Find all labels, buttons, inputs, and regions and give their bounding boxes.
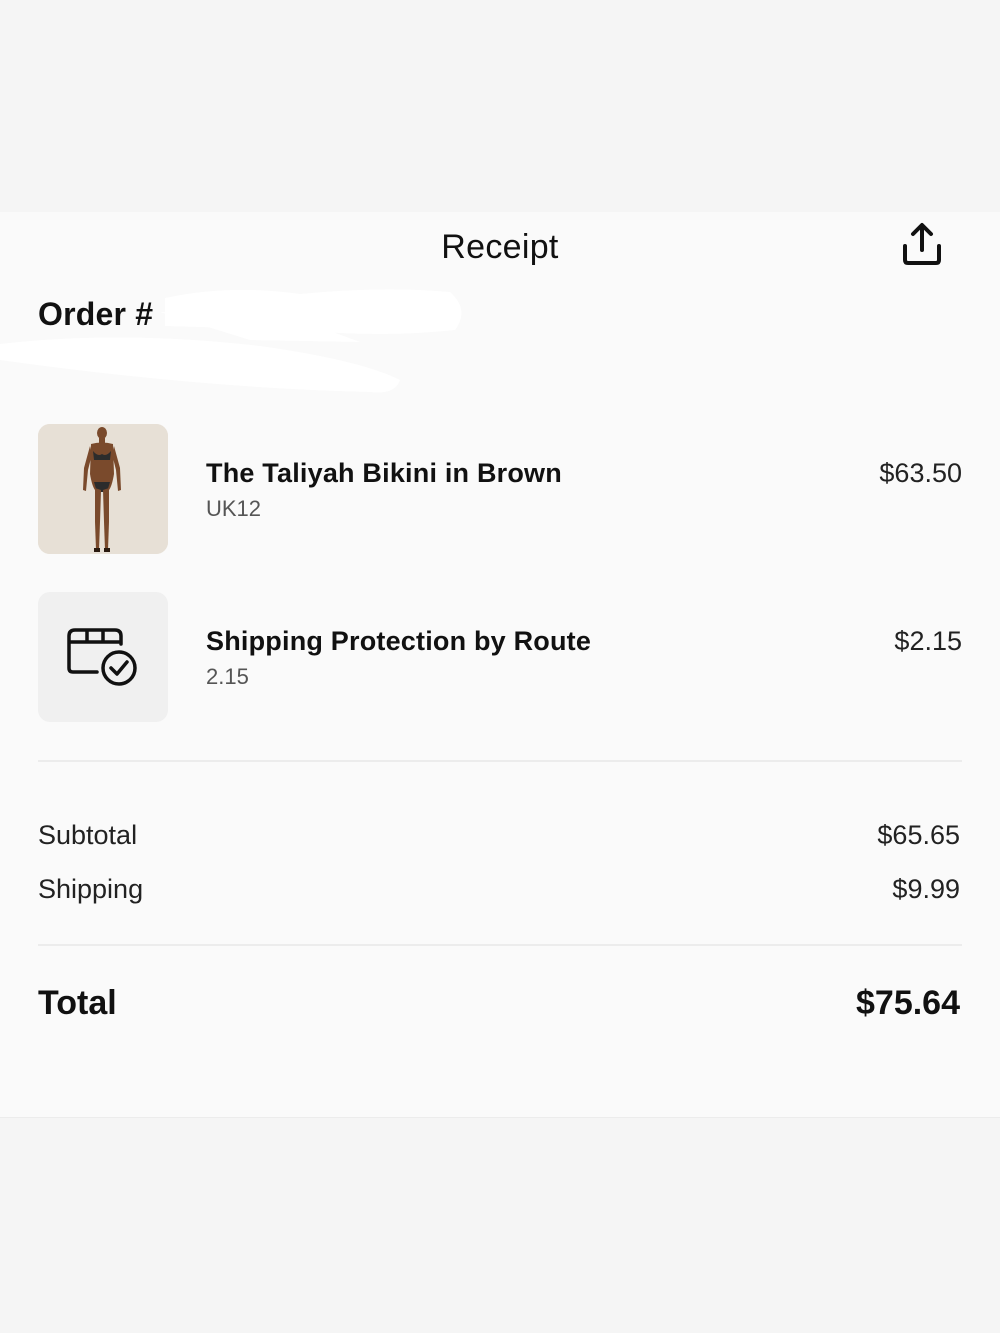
product-image <box>38 424 168 554</box>
item-name: Shipping Protection by Route <box>206 626 592 656</box>
share-icon <box>903 223 941 265</box>
share-button[interactable] <box>896 218 948 270</box>
item-price: $2.15 <box>894 626 962 656</box>
shipping-label: Shipping <box>38 874 144 904</box>
divider <box>38 944 962 946</box>
item-name: The Taliyah Bikini in Brown <box>206 458 562 488</box>
product-photo <box>38 424 168 554</box>
route-thumbnail <box>38 592 168 722</box>
line-item[interactable]: The Taliyah Bikini in Brown UK12 $63.50 <box>38 424 962 556</box>
shipping-value: $9.99 <box>892 874 960 904</box>
subtotal-value: $65.65 <box>877 820 960 850</box>
line-item[interactable]: Shipping Protection by Route 2.15 $2.15 <box>38 592 962 724</box>
receipt-sheet: Receipt Order # The Taliyah Bikini in Br… <box>0 212 1000 1118</box>
item-variant: 2.15 <box>206 664 249 689</box>
total-value: $75.64 <box>856 984 960 1022</box>
item-variant: UK12 <box>206 496 262 521</box>
subtotal-label: Subtotal <box>38 820 138 850</box>
package-check-icon <box>67 628 137 686</box>
status-area <box>0 0 1000 212</box>
order-number: Order # <box>38 296 154 332</box>
divider <box>38 760 962 762</box>
item-price: $63.50 <box>879 458 962 488</box>
page-title: Receipt <box>441 228 559 266</box>
total-label: Total <box>38 984 117 1022</box>
